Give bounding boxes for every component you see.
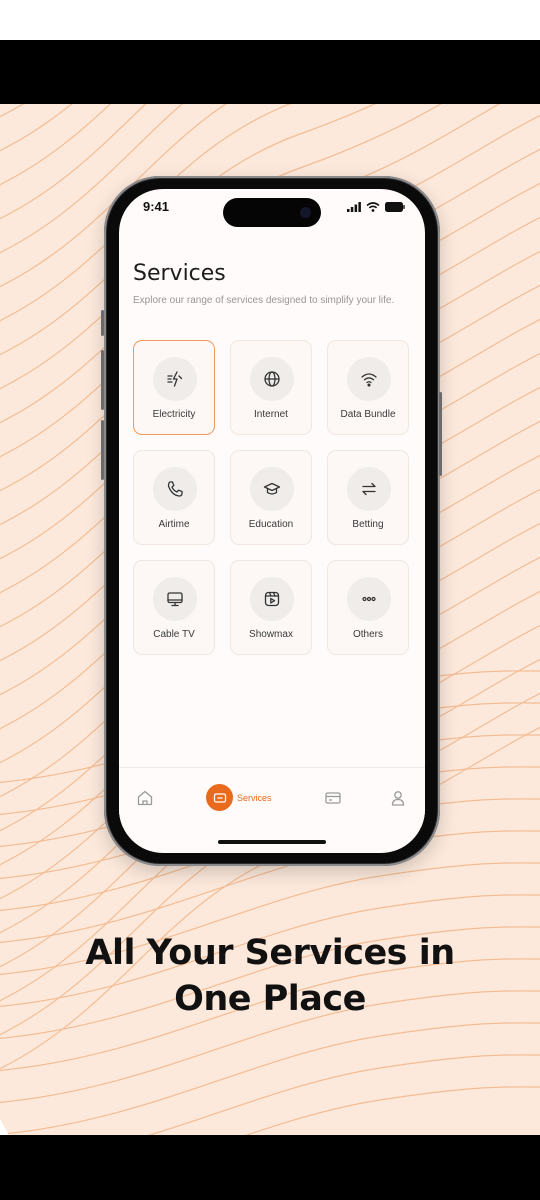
tab-services-label: Services: [237, 792, 272, 803]
bottom-tab-bar: Services: [119, 767, 425, 828]
icon-circle: [153, 577, 197, 621]
electricity-icon: [167, 371, 183, 387]
headline-line-2: One Place: [174, 979, 366, 1019]
icon-circle: [250, 467, 294, 511]
profile-icon: [391, 791, 405, 806]
arrows-swap-icon: [362, 482, 376, 496]
wave-line: [147, 1054, 540, 1135]
service-label: Showmax: [249, 629, 293, 640]
service-card-internet[interactable]: Internet: [230, 340, 312, 435]
service-label: Education: [248, 519, 294, 530]
service-card-showmax[interactable]: Showmax: [230, 560, 312, 655]
tab-home[interactable]: [136, 789, 154, 807]
service-card-betting[interactable]: Betting: [327, 450, 409, 545]
page-subtitle: Explore our range of services designed t…: [133, 295, 395, 306]
service-label: Internet: [254, 409, 288, 420]
top-black-bar: [0, 40, 540, 104]
status-icons: [347, 201, 405, 213]
battery-icon: [385, 202, 405, 212]
service-label: Electricity: [152, 409, 196, 420]
headline-line-1: All Your Services in: [85, 933, 455, 973]
service-label: Data Bundle: [340, 409, 396, 420]
white-corner-shape: [0, 1119, 50, 1135]
service-card-airtime[interactable]: Airtime: [133, 450, 215, 545]
more-dots-icon: [362, 596, 376, 602]
wifi-icon: [361, 373, 377, 387]
icon-circle: [250, 357, 294, 401]
service-label: Airtime: [158, 519, 190, 530]
service-card-others[interactable]: Others: [327, 560, 409, 655]
service-label: Others: [352, 629, 383, 640]
icon-circle: [347, 577, 391, 621]
top-margin: [0, 0, 540, 40]
phone-icon: [167, 481, 183, 497]
camera-icon: [300, 207, 311, 218]
card-icon: [325, 792, 341, 804]
services-icon: [213, 792, 226, 803]
promo-headline: All Your Services in One Place: [0, 930, 540, 1022]
graduation-cap-icon: [263, 482, 281, 495]
service-card-electricity[interactable]: Electricity: [133, 340, 215, 435]
globe-icon: [264, 371, 280, 387]
phone-power-button: [439, 392, 442, 476]
tab-services-pill: [206, 784, 233, 811]
bottom-black-bar: [0, 1135, 540, 1200]
dynamic-island: [223, 198, 321, 227]
wave-line: [0, 1022, 540, 1135]
phone-volume-down-button: [101, 420, 104, 480]
icon-circle: [250, 577, 294, 621]
service-card-education[interactable]: Education: [230, 450, 312, 545]
services-grid: Electricity Internet Data Bundle Airtime…: [133, 340, 411, 655]
service-label: Cable TV: [153, 629, 195, 640]
status-time: 9:41: [143, 199, 170, 214]
icon-circle: [347, 467, 391, 511]
signal-icon: [347, 202, 361, 212]
icon-circle: [153, 357, 197, 401]
home-icon: [137, 790, 153, 806]
phone-mute-button: [101, 310, 104, 336]
service-card-cable-tv[interactable]: Cable TV: [133, 560, 215, 655]
wave-line: [244, 1086, 540, 1135]
tab-services[interactable]: Services: [206, 784, 272, 811]
phone-screen: 9:41 Services Explore our range of servi…: [119, 189, 425, 853]
wifi-status-icon: [366, 202, 380, 212]
phone-volume-up-button: [101, 350, 104, 410]
icon-circle: [347, 357, 391, 401]
play-video-icon: [264, 591, 280, 607]
service-card-data-bundle[interactable]: Data Bundle: [327, 340, 409, 435]
tab-profile[interactable]: [389, 789, 407, 807]
page-title: Services: [133, 261, 226, 286]
wave-line: [0, 104, 25, 118]
icon-circle: [153, 467, 197, 511]
monitor-icon: [167, 592, 183, 607]
service-label: Betting: [352, 519, 384, 530]
tab-cards[interactable]: [324, 789, 342, 807]
home-indicator: [218, 840, 326, 844]
